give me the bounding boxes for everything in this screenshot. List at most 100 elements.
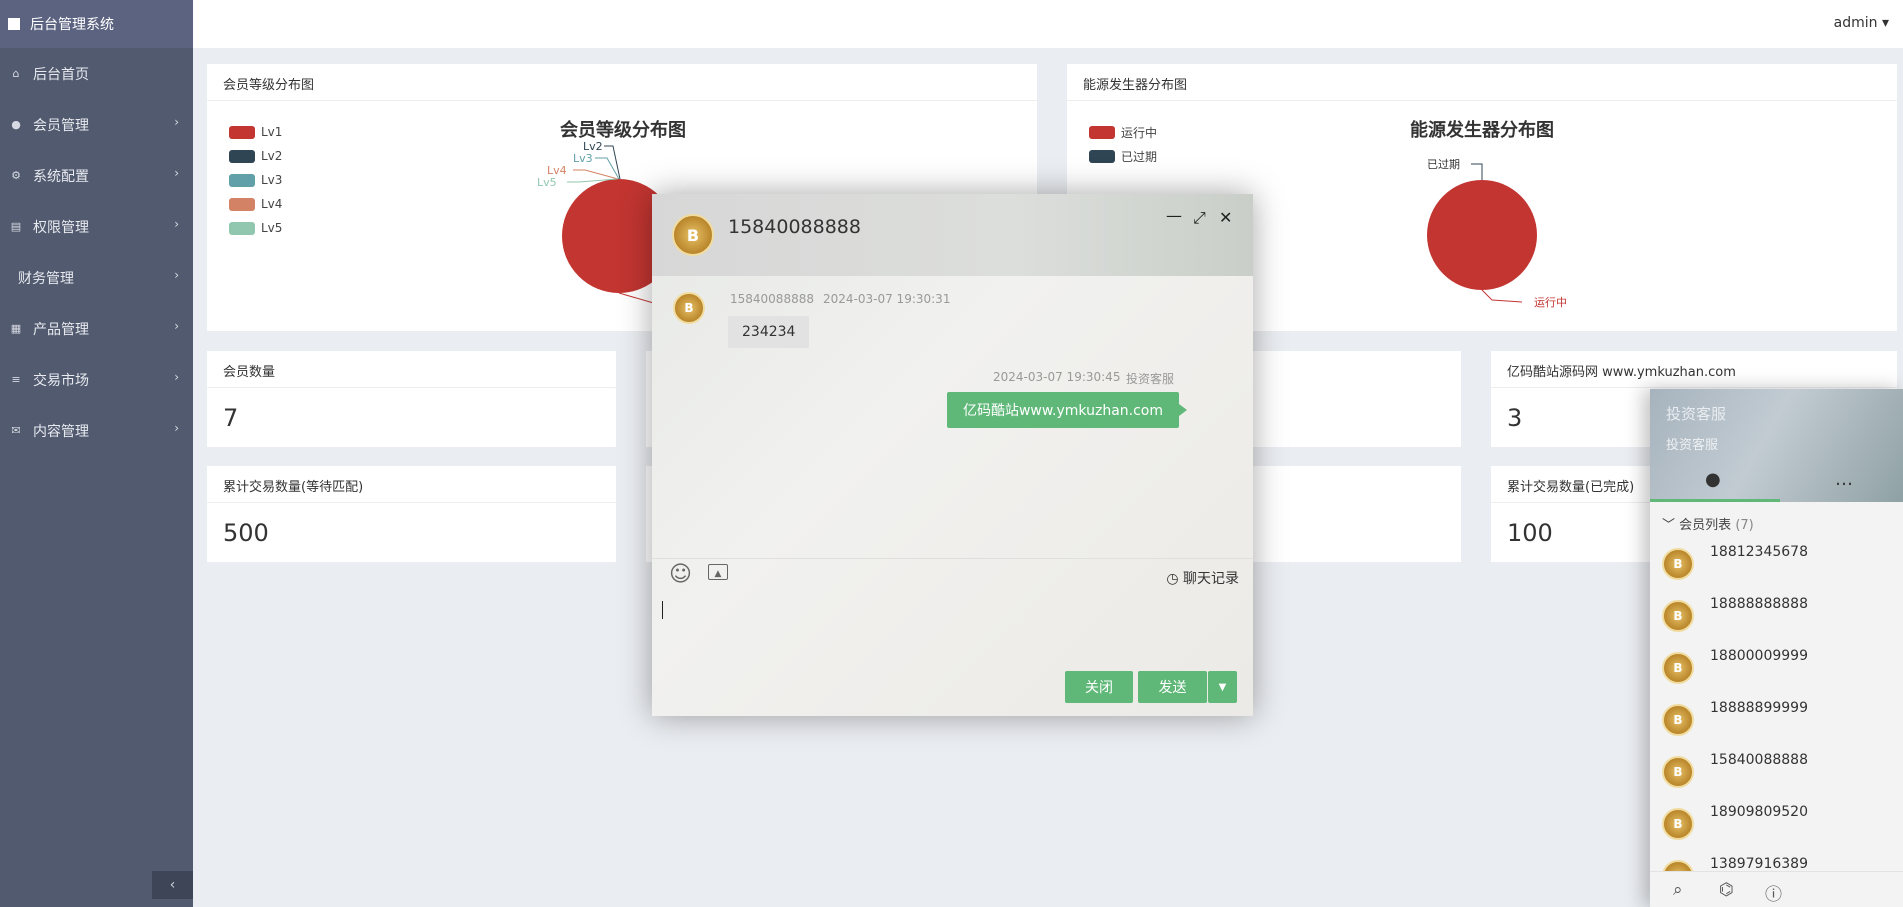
member-panel-header: 投资客服 投资客服 ● … xyxy=(1650,389,1903,502)
sidebar-item[interactable]: ⌂ 后台首页 xyxy=(0,48,193,99)
close-icon[interactable]: ✕ xyxy=(1219,208,1232,227)
message-avatar: B xyxy=(673,292,705,324)
search-icon[interactable]: ⌕ xyxy=(1673,880,1683,900)
sidebar-item-label: 内容管理 xyxy=(33,423,89,440)
stat-value: 500 xyxy=(223,519,269,547)
stat-label: 亿码酷站源码网 www.ymkuzhan.com xyxy=(1491,351,1897,388)
sidebar-item[interactable]: 财务管理 › xyxy=(0,252,193,303)
skin-icon[interactable]: ⌬ xyxy=(1719,880,1734,900)
envelope-icon: ✉ xyxy=(11,424,21,437)
member-group-header[interactable]: ﹀ 会员列表 (7) xyxy=(1650,502,1903,538)
sidebar: 后台管理系统 ⌂ 后台首页 ● 会员管理 › ⚙ 系统配置 › ▤ 权限管理 › 财务管理 › ▦ 产品管理… xyxy=(0,0,193,907)
chat-avatar: B xyxy=(672,214,714,256)
member-phone: 18800009999 xyxy=(1710,648,1808,664)
clock-icon: ◷ xyxy=(1166,571,1179,587)
sidebar-item[interactable]: ▤ 权限管理 › xyxy=(0,201,193,252)
message-input[interactable] xyxy=(652,586,1253,662)
active-tab-indicator xyxy=(1650,499,1780,502)
chevron-right-icon: › xyxy=(174,217,179,231)
maximize-icon[interactable]: ⤢ xyxy=(1193,208,1206,228)
image-icon[interactable]: ▲ xyxy=(708,564,728,580)
pie-label-expired: 已过期 xyxy=(1427,158,1460,171)
emoji-icon[interactable]: ☺ xyxy=(669,562,692,587)
pie-label-running: 运行中 xyxy=(1534,296,1567,309)
user-menu[interactable]: admin ▾ xyxy=(1834,15,1889,31)
chat-header[interactable]: B 15840088888 — ⤢ ✕ xyxy=(652,194,1253,276)
user-icon: ● xyxy=(11,118,21,131)
toolbar-divider xyxy=(652,558,1253,559)
info-icon[interactable]: ⓘ xyxy=(1765,880,1782,905)
sidebar-item[interactable]: ● 会员管理 › xyxy=(0,99,193,150)
chat-title: 15840088888 xyxy=(728,216,861,238)
sidebar-item-label: 权限管理 xyxy=(33,219,89,236)
minimize-icon[interactable]: — xyxy=(1166,206,1182,225)
stat-value: 7 xyxy=(223,404,239,432)
send-options-button[interactable]: ▼ xyxy=(1208,671,1237,703)
member-list-item[interactable]: B 15840088888 xyxy=(1650,746,1903,798)
sidebar-item-label: 后台首页 xyxy=(33,66,89,83)
collapse-sidebar-button[interactable]: ‹ xyxy=(152,871,193,899)
send-button[interactable]: 发送 xyxy=(1138,671,1207,703)
sidebar-item[interactable]: ⚙ 系统配置 › xyxy=(0,150,193,201)
stat-card: 会员数量 7 xyxy=(207,351,616,447)
sidebar-item[interactable]: ✉ 内容管理 › xyxy=(0,405,193,456)
message-sender: 投资客服 xyxy=(1126,372,1175,386)
group-label: 会员列表 xyxy=(1679,518,1732,533)
brand[interactable]: 后台管理系统 xyxy=(0,0,193,48)
brand-title: 后台管理系统 xyxy=(30,17,114,33)
chat-dialog: B 15840088888 — ⤢ ✕ B 15840088888 2024-0… xyxy=(652,194,1253,716)
chevron-right-icon: › xyxy=(174,268,179,282)
member-avatar: B xyxy=(1662,756,1694,788)
label-line-lv4 xyxy=(573,169,619,180)
member-avatar: B xyxy=(1662,652,1694,684)
gears-icon: ⚙ xyxy=(11,169,21,182)
grid-icon: ▦ xyxy=(10,322,22,335)
chevron-right-icon: › xyxy=(174,421,179,435)
member-panel-footer: ⌕ ⌬ ⓘ xyxy=(1650,871,1903,907)
message-time: 2024-03-07 19:30:31 xyxy=(823,292,951,306)
stat-label: 会员数量 xyxy=(207,351,616,388)
member-phone: 18812345678 xyxy=(1710,544,1808,560)
sidebar-item-label: 交易市场 xyxy=(33,372,89,389)
chevron-right-icon: › xyxy=(174,319,179,333)
home-icon: ⌂ xyxy=(12,67,20,80)
sidebar-item[interactable]: ≡ 交易市场 › xyxy=(0,354,193,405)
chevron-right-icon: › xyxy=(174,166,179,180)
message-sender: 15840088888 xyxy=(730,292,814,306)
member-list-item[interactable]: B 18909809520 xyxy=(1650,798,1903,850)
member-phone: 18888888888 xyxy=(1710,596,1808,612)
member-avatar: B xyxy=(1662,704,1694,736)
sidebar-menu: ⌂ 后台首页 ● 会员管理 › ⚙ 系统配置 › ▤ 权限管理 › 财务管理 › ▦ 产品管理 › ≡ 交易市场 ›… xyxy=(0,48,193,456)
member-phone: 15840088888 xyxy=(1710,752,1808,768)
contacts-tab-icon[interactable]: ● xyxy=(1705,469,1721,490)
label-line-expired xyxy=(1471,163,1483,180)
label-line-lv2 xyxy=(604,145,621,180)
list-icon: ▤ xyxy=(10,220,22,233)
member-phone: 13897916389 xyxy=(1710,856,1808,872)
message-bubble: 234234 xyxy=(728,316,810,348)
chevron-right-icon: › xyxy=(174,370,179,384)
member-avatar: B xyxy=(1662,548,1694,580)
message-time: 2024-03-07 19:30:45 xyxy=(993,370,1121,384)
message-bubble-self: 亿码酷站www.ymkuzhan.com xyxy=(946,392,1188,428)
member-list-item[interactable]: B 18812345678 xyxy=(1650,538,1903,590)
member-panel-subtitle: 投资客服 xyxy=(1666,438,1719,453)
logo-square-icon xyxy=(8,18,20,30)
chevron-right-icon: › xyxy=(174,115,179,129)
group-count: (7) xyxy=(1735,518,1754,533)
pie-label-lv5: Lv5 xyxy=(537,176,557,189)
close-button[interactable]: 关闭 xyxy=(1065,671,1133,703)
member-list-item[interactable]: B 18888899999 xyxy=(1650,694,1903,746)
chat-history-link[interactable]: ◷ 聊天记录 xyxy=(1166,568,1239,588)
stat-label: 累计交易数量(等待匹配) xyxy=(207,466,616,503)
pie-slice-running[interactable] xyxy=(1427,180,1537,290)
sidebar-item-label: 会员管理 xyxy=(33,117,89,134)
member-list-panel: 投资客服 投资客服 ● … ﹀ 会员列表 (7) B 18812345678 B 18… xyxy=(1650,389,1903,907)
label-line-running xyxy=(1481,289,1523,303)
member-list: B 18812345678 B 18888888888 B 18800009999 B 188… xyxy=(1650,538,1903,902)
member-list-item[interactable]: B 18800009999 xyxy=(1650,642,1903,694)
member-list-item[interactable]: B 18888888888 xyxy=(1650,590,1903,642)
member-avatar: B xyxy=(1662,600,1694,632)
messages-tab-icon[interactable]: … xyxy=(1835,469,1853,490)
sidebar-item[interactable]: ▦ 产品管理 › xyxy=(0,303,193,354)
